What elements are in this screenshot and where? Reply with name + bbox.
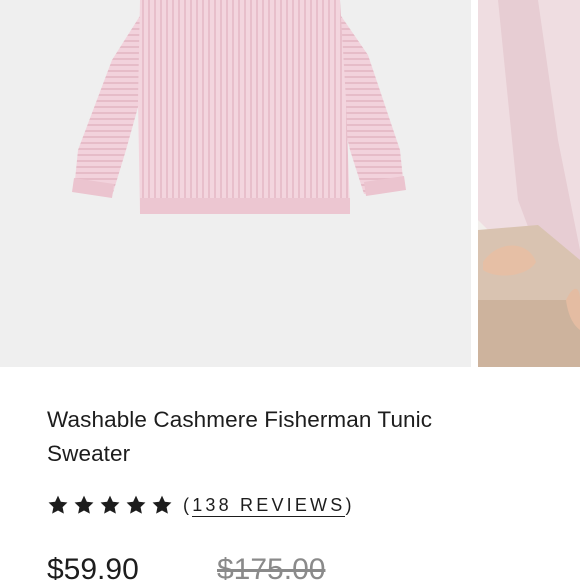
star-icon [126,495,146,514]
original-price: $175.00 [217,553,326,580]
product-page: Washable Cashmere Fisherman Tunic Sweate… [0,0,580,580]
product-image-carousel[interactable] [0,0,580,367]
star-icon [48,495,68,514]
sweater-worn-icon [478,0,580,367]
pink-sweater-icon [72,0,406,214]
star-rating [47,494,173,516]
product-title: Washable Cashmere Fisherman Tunic Sweate… [47,407,433,466]
product-rating[interactable]: (138 REVIEWS) [47,490,355,520]
reviews-count[interactable]: 138 REVIEWS [192,495,346,517]
sale-price: $59.90 [47,553,139,580]
product-image-main[interactable] [0,0,471,367]
product-image-secondary[interactable] [478,0,580,367]
star-icon [152,495,172,514]
star-icon [100,495,120,514]
reviews-link[interactable]: (138 REVIEWS) [183,493,355,517]
star-icon [74,495,94,514]
